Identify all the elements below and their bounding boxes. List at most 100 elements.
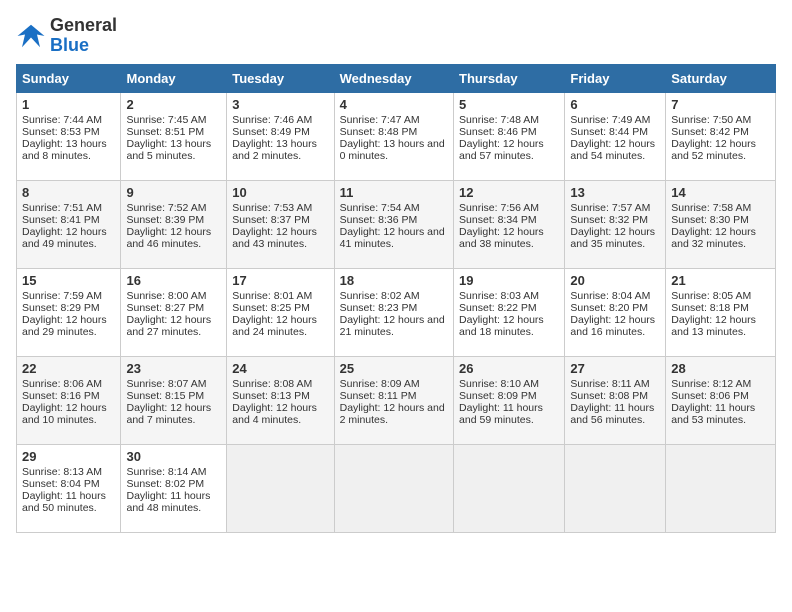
daylight-label: Daylight: 12 hours and 35 minutes. — [570, 226, 655, 250]
sunrise-label: Sunrise: 8:12 AM — [671, 378, 751, 390]
sunrise-label: Sunrise: 8:14 AM — [126, 466, 206, 478]
day-number: 18 — [340, 273, 448, 288]
calendar-day-17: 17Sunrise: 8:01 AMSunset: 8:25 PMDayligh… — [227, 268, 334, 356]
sunset-label: Sunset: 8:29 PM — [22, 302, 100, 314]
sunset-label: Sunset: 8:42 PM — [671, 126, 749, 138]
calendar-day-7: 7Sunrise: 7:50 AMSunset: 8:42 PMDaylight… — [666, 92, 776, 180]
daylight-label: Daylight: 11 hours and 48 minutes. — [126, 490, 210, 514]
calendar-week-1: 1Sunrise: 7:44 AMSunset: 8:53 PMDaylight… — [17, 92, 776, 180]
calendar-day-25: 25 Sunrise: 8:09 AMSunset: 8:11 PMDayligh… — [334, 356, 453, 444]
day-number: 13 — [570, 185, 660, 200]
sunrise-label: Sunrise: 8:09 AM — [340, 378, 420, 390]
sunset-label: Sunset: 8:53 PM — [22, 126, 100, 138]
col-sunday: Sunday — [17, 64, 121, 92]
calendar-day-8: 8Sunrise: 7:51 AMSunset: 8:41 PMDaylight… — [17, 180, 121, 268]
calendar-day-24: 24Sunrise: 8:08 AMSunset: 8:13 PMDayligh… — [227, 356, 334, 444]
calendar-week-2: 8Sunrise: 7:51 AMSunset: 8:41 PMDaylight… — [17, 180, 776, 268]
calendar-day-9: 9Sunrise: 7:52 AMSunset: 8:39 PMDaylight… — [121, 180, 227, 268]
daylight-label: Daylight: 12 hours and 38 minutes. — [459, 226, 544, 250]
daylight-label: Daylight: 12 hours and 10 minutes. — [22, 402, 107, 426]
calendar-week-3: 15Sunrise: 7:59 AMSunset: 8:29 PMDayligh… — [17, 268, 776, 356]
calendar-day-29: 29Sunrise: 8:13 AMSunset: 8:04 PMDayligh… — [17, 444, 121, 532]
day-number: 16 — [126, 273, 221, 288]
calendar-day-21: 21Sunrise: 8:05 AMSunset: 8:18 PMDayligh… — [666, 268, 776, 356]
calendar-day-28: 28Sunrise: 8:12 AMSunset: 8:06 PMDayligh… — [666, 356, 776, 444]
daylight-label: Daylight: 12 hours and 46 minutes. — [126, 226, 211, 250]
day-number: 24 — [232, 361, 328, 376]
daylight-label: Daylight: 11 hours and 59 minutes. — [459, 402, 543, 426]
daylight-label: Daylight: 12 hours and 49 minutes. — [22, 226, 107, 250]
sunset-label: Sunset: 8:51 PM — [126, 126, 204, 138]
day-number: 17 — [232, 273, 328, 288]
empty-cell — [565, 444, 666, 532]
sunrise-label: Sunrise: 7:59 AM — [22, 290, 102, 302]
daylight-label: Daylight: 13 hours and 5 minutes. — [126, 138, 211, 162]
sunrise-label: Sunrise: 8:06 AM — [22, 378, 102, 390]
day-number: 4 — [340, 97, 448, 112]
col-wednesday: Wednesday — [334, 64, 453, 92]
calendar-day-16: 16Sunrise: 8:00 AMSunset: 8:27 PMDayligh… — [121, 268, 227, 356]
col-thursday: Thursday — [454, 64, 565, 92]
daylight-label: Daylight: 13 hours and 0 minutes. — [340, 138, 445, 162]
daylight-label: Daylight: 12 hours and 29 minutes. — [22, 314, 107, 338]
sunrise-label: Sunrise: 8:05 AM — [671, 290, 751, 302]
logo-text: General Blue — [50, 16, 117, 56]
calendar-day-18: 18Sunrise: 8:02 AMSunset: 8:23 PMDayligh… — [334, 268, 453, 356]
daylight-label: Daylight: 11 hours and 53 minutes. — [671, 402, 755, 426]
day-number: 28 — [671, 361, 770, 376]
day-number: 25 — [340, 361, 448, 376]
sunset-label: Sunset: 8:25 PM — [232, 302, 310, 314]
calendar-week-4: 22Sunrise: 8:06 AMSunset: 8:16 PMDayligh… — [17, 356, 776, 444]
calendar-day-2: 2Sunrise: 7:45 AMSunset: 8:51 PMDaylight… — [121, 92, 227, 180]
daylight-label: Daylight: 12 hours and 32 minutes. — [671, 226, 756, 250]
sunrise-label: Sunrise: 8:07 AM — [126, 378, 206, 390]
calendar-day-5: 5Sunrise: 7:48 AMSunset: 8:46 PMDaylight… — [454, 92, 565, 180]
sunset-label: Sunset: 8:44 PM — [570, 126, 648, 138]
day-number: 10 — [232, 185, 328, 200]
daylight-label: Daylight: 12 hours and 16 minutes. — [570, 314, 655, 338]
sunrise-label: Sunrise: 7:48 AM — [459, 114, 539, 126]
daylight-label: Daylight: 12 hours and 7 minutes. — [126, 402, 211, 426]
day-number: 22 — [22, 361, 115, 376]
calendar-day-6: 6Sunrise: 7:49 AMSunset: 8:44 PMDaylight… — [565, 92, 666, 180]
sunrise-label: Sunrise: 7:51 AM — [22, 202, 102, 214]
day-number: 21 — [671, 273, 770, 288]
sunrise-label: Sunrise: 8:11 AM — [570, 378, 649, 390]
sunset-label: Sunset: 8:30 PM — [671, 214, 749, 226]
empty-cell — [666, 444, 776, 532]
sunset-label: Sunset: 8:11 PM — [340, 390, 417, 402]
sunrise-label: Sunrise: 8:03 AM — [459, 290, 539, 302]
sunset-label: Sunset: 8:49 PM — [232, 126, 310, 138]
daylight-label: Daylight: 12 hours and 2 minutes. — [340, 402, 445, 426]
daylight-label: Daylight: 12 hours and 27 minutes. — [126, 314, 211, 338]
calendar-day-11: 11Sunrise: 7:54 AMSunset: 8:36 PMDayligh… — [334, 180, 453, 268]
sunrise-label: Sunrise: 7:50 AM — [671, 114, 751, 126]
day-number: 3 — [232, 97, 328, 112]
logo: General Blue — [16, 16, 117, 56]
day-number: 9 — [126, 185, 221, 200]
daylight-label: Daylight: 13 hours and 2 minutes. — [232, 138, 317, 162]
day-number: 12 — [459, 185, 559, 200]
daylight-label: Daylight: 13 hours and 8 minutes. — [22, 138, 107, 162]
calendar-day-14: 14Sunrise: 7:58 AMSunset: 8:30 PMDayligh… — [666, 180, 776, 268]
calendar-table: Sunday Monday Tuesday Wednesday Thursday… — [16, 64, 776, 533]
calendar-day-23: 23Sunrise: 8:07 AMSunset: 8:15 PMDayligh… — [121, 356, 227, 444]
daylight-label: Daylight: 12 hours and 57 minutes. — [459, 138, 544, 162]
sunrise-label: Sunrise: 8:13 AM — [22, 466, 102, 478]
day-number: 2 — [126, 97, 221, 112]
sunset-label: Sunset: 8:34 PM — [459, 214, 537, 226]
empty-cell — [334, 444, 453, 532]
day-number: 11 — [340, 185, 448, 200]
sunrise-label: Sunrise: 7:47 AM — [340, 114, 420, 126]
day-number: 1 — [22, 97, 115, 112]
daylight-label: Daylight: 11 hours and 56 minutes. — [570, 402, 654, 426]
day-number: 26 — [459, 361, 559, 376]
calendar-day-4: 4Sunrise: 7:47 AMSunset: 8:48 PMDaylight… — [334, 92, 453, 180]
daylight-label: Daylight: 12 hours and 13 minutes. — [671, 314, 756, 338]
sunset-label: Sunset: 8:37 PM — [232, 214, 310, 226]
col-monday: Monday — [121, 64, 227, 92]
calendar-day-30: 30Sunrise: 8:14 AMSunset: 8:02 PMDayligh… — [121, 444, 227, 532]
calendar-day-27: 27Sunrise: 8:11 AMSunset: 8:08 PMDayligh… — [565, 356, 666, 444]
col-tuesday: Tuesday — [227, 64, 334, 92]
day-number: 7 — [671, 97, 770, 112]
